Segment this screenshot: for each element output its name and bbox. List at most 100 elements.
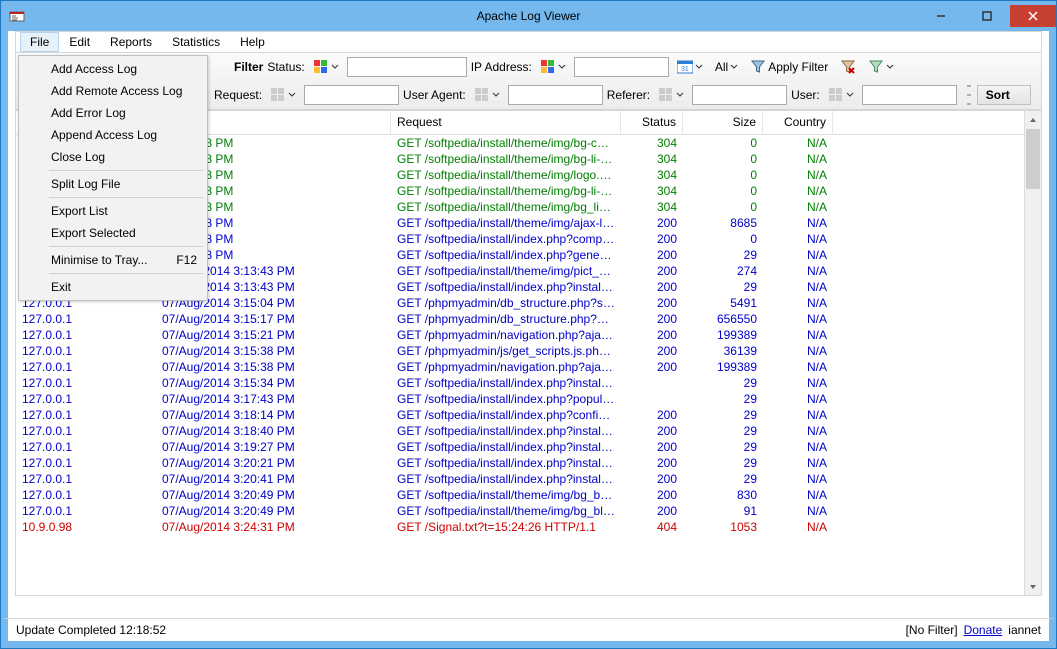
maximize-button[interactable]: [964, 5, 1010, 27]
cell-country: N/A: [763, 248, 833, 262]
request-color-picker[interactable]: [266, 84, 300, 106]
file-menu-item[interactable]: Add Error Log: [21, 102, 205, 124]
cell-size: 29: [683, 456, 763, 470]
request-label: Request:: [214, 88, 262, 102]
referer-color-picker[interactable]: [654, 84, 688, 106]
referer-input[interactable]: [692, 85, 787, 105]
status-color-picker[interactable]: [309, 56, 343, 78]
sort-button[interactable]: Sort: [977, 85, 1031, 105]
file-menu-item[interactable]: Split Log File: [21, 173, 205, 195]
cell-request: GET /phpmyadmin/db_structure.php?ser...: [391, 296, 621, 310]
request-input[interactable]: [304, 85, 399, 105]
file-menu-item[interactable]: Minimise to Tray...F12: [21, 249, 205, 271]
user-color-picker[interactable]: [824, 84, 858, 106]
menu-edit[interactable]: Edit: [59, 32, 100, 52]
file-menu-item[interactable]: Append Access Log: [21, 124, 205, 146]
palette-icon: [828, 87, 844, 103]
cell-country: N/A: [763, 408, 833, 422]
file-menu-item[interactable]: Export List: [21, 200, 205, 222]
cell-ip: 127.0.0.1: [16, 440, 156, 454]
cell-request: GET /softpedia/install/index.php?install…: [391, 472, 621, 486]
cell-status: 200: [621, 248, 683, 262]
close-button[interactable]: [1010, 5, 1056, 27]
menu-file-label: File: [30, 35, 49, 49]
table-row[interactable]: 127.0.0.107/Aug/2014 3:19:27 PMGET /soft…: [16, 439, 1024, 455]
cell-size: 29: [683, 248, 763, 262]
status-text: Update Completed 12:18:52: [16, 623, 166, 637]
col-size-header[interactable]: Size: [683, 111, 763, 134]
useragent-color-picker[interactable]: [470, 84, 504, 106]
menu-reports[interactable]: Reports: [100, 32, 162, 52]
table-row[interactable]: 10.9.0.9807/Aug/2014 3:24:31 PMGET /Sign…: [16, 519, 1024, 535]
vertical-scrollbar[interactable]: [1024, 111, 1041, 595]
scroll-up-icon[interactable]: [1025, 111, 1041, 128]
cell-request: GET /softpedia/install/index.php?populat…: [391, 392, 621, 406]
file-menu-item[interactable]: Add Remote Access Log: [21, 80, 205, 102]
cell-size: 0: [683, 152, 763, 166]
table-row[interactable]: 127.0.0.107/Aug/2014 3:15:38 PMGET /phpm…: [16, 359, 1024, 375]
cell-country: N/A: [763, 376, 833, 390]
date-picker-button[interactable]: 31: [673, 56, 707, 78]
file-menu-item[interactable]: Export Selected: [21, 222, 205, 244]
cell-status: 200: [621, 264, 683, 278]
cell-ip: 127.0.0.1: [16, 488, 156, 502]
file-menu-item[interactable]: Exit: [21, 276, 205, 298]
ipaddress-input[interactable]: [574, 57, 669, 77]
table-row[interactable]: 127.0.0.107/Aug/2014 3:18:40 PMGET /soft…: [16, 423, 1024, 439]
scroll-thumb[interactable]: [1026, 129, 1040, 189]
cell-status: 200: [621, 280, 683, 294]
cell-country: N/A: [763, 264, 833, 278]
apply-filter-button[interactable]: Apply Filter: [746, 56, 832, 78]
menubar: File Add Access LogAdd Remote Access Log…: [15, 31, 1042, 53]
cell-size: 36139: [683, 344, 763, 358]
svg-text:31: 31: [681, 66, 689, 73]
titlebar: Apache Log Viewer: [1, 1, 1056, 31]
status-input[interactable]: [347, 57, 467, 77]
funnel-green-icon: [868, 59, 884, 75]
cell-request: GET /softpedia/install/theme/img/pict_o.…: [391, 264, 621, 278]
filter-options-button[interactable]: [864, 56, 898, 78]
app-icon: [9, 8, 25, 24]
file-menu-item[interactable]: Add Access Log: [21, 58, 205, 80]
cell-country: N/A: [763, 312, 833, 326]
cell-country: N/A: [763, 360, 833, 374]
cell-status: 404: [621, 520, 683, 534]
table-row[interactable]: 127.0.0.107/Aug/2014 3:15:34 PMGET /soft…: [16, 375, 1024, 391]
col-country-header[interactable]: Country: [763, 111, 833, 134]
table-row[interactable]: 127.0.0.107/Aug/2014 3:15:21 PMGET /phpm…: [16, 327, 1024, 343]
user-input[interactable]: [862, 85, 957, 105]
useragent-input[interactable]: [508, 85, 603, 105]
table-row[interactable]: 127.0.0.107/Aug/2014 3:20:41 PMGET /soft…: [16, 471, 1024, 487]
minimize-button[interactable]: [918, 5, 964, 27]
scroll-down-icon[interactable]: [1025, 578, 1041, 595]
file-menu-item[interactable]: Close Log: [21, 146, 205, 168]
table-row[interactable]: 127.0.0.107/Aug/2014 3:20:49 PMGET /soft…: [16, 487, 1024, 503]
table-row[interactable]: 127.0.0.107/Aug/2014 3:15:38 PMGET /phpm…: [16, 343, 1024, 359]
col-status-header[interactable]: Status: [621, 111, 683, 134]
ip-color-picker[interactable]: [536, 56, 570, 78]
cell-request: GET /softpedia/install/theme/img/bg-li-t…: [391, 184, 621, 198]
cell-size: 830: [683, 488, 763, 502]
cell-size: 0: [683, 168, 763, 182]
donate-link[interactable]: Donate: [964, 623, 1003, 637]
cell-size: 29: [683, 376, 763, 390]
status-label: Status:: [267, 60, 304, 74]
table-row[interactable]: 127.0.0.107/Aug/2014 3:18:14 PMGET /soft…: [16, 407, 1024, 423]
table-row[interactable]: 127.0.0.107/Aug/2014 3:17:43 PMGET /soft…: [16, 391, 1024, 407]
all-button[interactable]: All: [711, 56, 742, 78]
cell-size: 29: [683, 408, 763, 422]
clear-filter-button[interactable]: [836, 56, 860, 78]
table-row[interactable]: 127.0.0.107/Aug/2014 3:20:49 PMGET /soft…: [16, 503, 1024, 519]
cell-request: GET /phpmyadmin/navigation.php?ajax_r...: [391, 360, 621, 374]
filter-status: [No Filter]: [906, 623, 958, 637]
menu-statistics[interactable]: Statistics: [162, 32, 230, 52]
cell-country: N/A: [763, 456, 833, 470]
table-row[interactable]: 127.0.0.107/Aug/2014 3:20:21 PMGET /soft…: [16, 455, 1024, 471]
col-request-header[interactable]: Request: [391, 111, 621, 134]
cell-country: N/A: [763, 440, 833, 454]
table-row[interactable]: 127.0.0.107/Aug/2014 3:15:17 PMGET /phpm…: [16, 311, 1024, 327]
menu-file[interactable]: File Add Access LogAdd Remote Access Log…: [20, 32, 59, 52]
cell-status: 304: [621, 168, 683, 182]
menu-help[interactable]: Help: [230, 32, 275, 52]
cell-country: N/A: [763, 200, 833, 214]
